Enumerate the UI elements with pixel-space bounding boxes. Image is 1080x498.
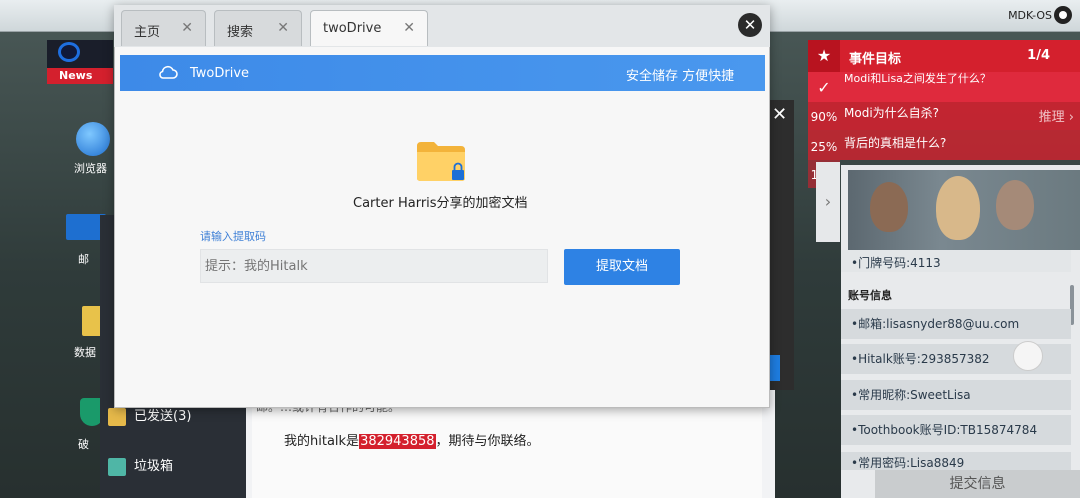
mail-folder-trash[interactable]: 垃圾箱	[108, 455, 173, 476]
fetch-document-button[interactable]: 提取文档	[564, 249, 680, 285]
browser-globe-icon[interactable]	[76, 122, 110, 156]
check-icon: ✓	[817, 78, 831, 97]
share-title: Carter Harris分享的加密文档	[353, 196, 528, 211]
objectives-count: 1/4	[1027, 48, 1050, 63]
mail-folder-sent[interactable]: 已发送(3)	[108, 405, 191, 426]
close-tab-icon[interactable]: ✕	[181, 20, 193, 36]
tab-twodrive[interactable]: twoDrive ✕	[310, 10, 428, 46]
tab-bar	[114, 5, 770, 47]
chevron-right-icon[interactable]: ›	[816, 162, 840, 242]
twodrive-slogan: 安全储存 方便快捷	[626, 69, 735, 84]
close-tab-icon[interactable]: ✕	[403, 20, 415, 36]
desktop-icon-label: 数据	[74, 346, 96, 359]
close-icon[interactable]: ✕	[772, 104, 787, 125]
news-label: News	[47, 68, 113, 84]
submit-info-button[interactable]: 提交信息	[875, 470, 1080, 498]
background-window-button[interactable]	[770, 355, 780, 381]
close-tab-icon[interactable]: ✕	[277, 20, 289, 36]
window-close-button[interactable]: ✕	[738, 13, 762, 37]
profile-row-toothbook: •Toothbook账号ID:TB15874784	[841, 415, 1071, 445]
desktop-icon-label: 邮	[78, 253, 89, 266]
portrait-man-glasses	[870, 182, 908, 232]
portrait-man	[996, 180, 1034, 230]
character-portraits	[848, 170, 1080, 250]
eye-icon[interactable]	[1054, 6, 1072, 24]
news-icon	[58, 42, 80, 62]
mail-message-text: 我的hitalk是382943858，期待与你联络。	[284, 434, 540, 449]
os-label: MDK-OS	[1008, 9, 1052, 22]
objective-item[interactable]: ✓ Modi和Lisa之间发生了什么？	[808, 72, 1080, 102]
hitalk-number-highlight[interactable]: 382943858	[359, 434, 436, 449]
profile-section-title: 账号信息	[848, 289, 892, 302]
locked-folder-icon	[417, 142, 465, 181]
profile-row-email: •邮箱:lisasnyder88@uu.com	[841, 309, 1071, 339]
code-label: 请输入提取码	[200, 230, 266, 243]
objective-item[interactable]: 25% 背后的真相是什么?	[808, 130, 1080, 160]
background-window	[768, 100, 794, 390]
twodrive-title: TwoDrive	[190, 66, 250, 81]
desktop-icon-label: 浏览器	[74, 162, 107, 175]
cursor-circle	[1013, 341, 1043, 371]
portrait-lisa-snyder	[936, 176, 980, 240]
tab-home[interactable]: 主页 ✕	[121, 10, 206, 46]
profile-row-password: •常用密码:Lisa8849	[841, 452, 1071, 470]
profile-row-nickname: •常用昵称:SweetLisa	[841, 380, 1071, 410]
tab-search[interactable]: 搜索 ✕	[214, 10, 302, 46]
reason-button[interactable]: 推理 ›	[1039, 106, 1074, 125]
cloud-icon	[159, 65, 178, 79]
extraction-code-input[interactable]	[200, 249, 548, 283]
objective-item[interactable]: 90% Modi为什么自杀? 推理 ›	[808, 102, 1080, 130]
star-icon: ★	[808, 40, 840, 72]
profile-row: •门牌号码:4113	[841, 250, 1071, 272]
desktop-icon-label: 破	[78, 438, 89, 451]
sent-icon	[108, 407, 126, 426]
objectives-title: 事件目标	[849, 52, 902, 67]
trash-icon	[108, 457, 126, 476]
